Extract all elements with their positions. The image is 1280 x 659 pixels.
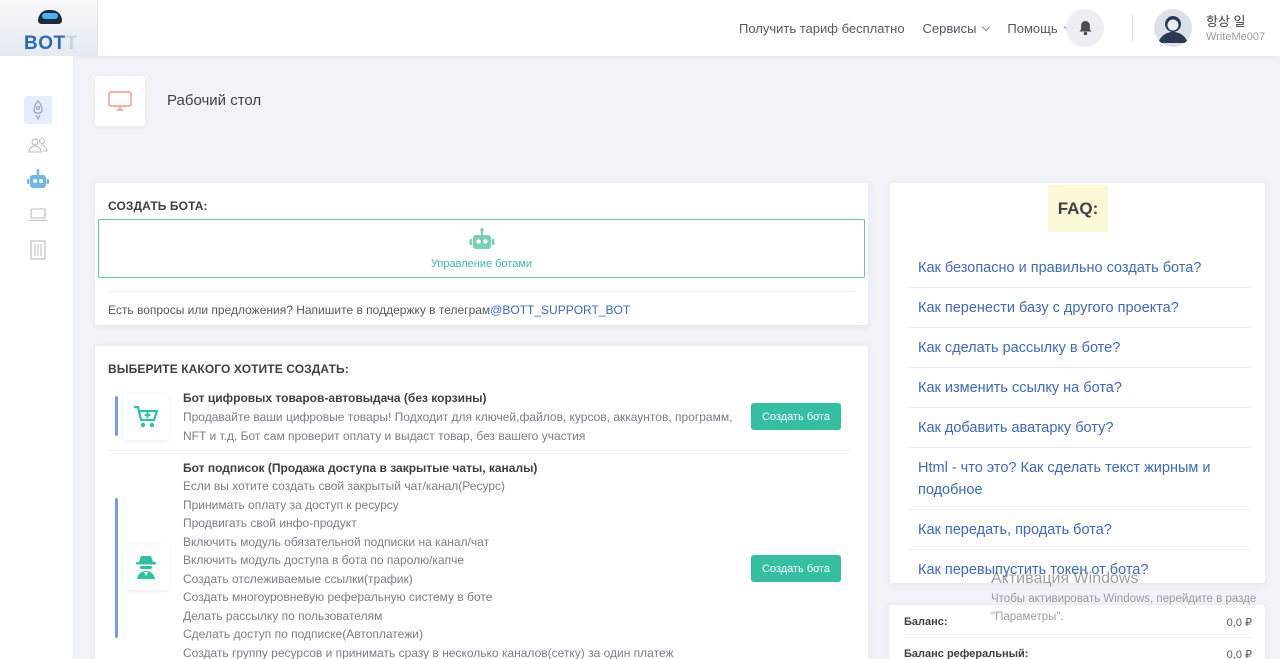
digital-goods-icon-box xyxy=(123,394,169,440)
sidebar-item-dashboard[interactable] xyxy=(24,96,52,124)
accent-bar xyxy=(115,396,118,436)
logo-text-tail: T xyxy=(65,33,78,54)
support-text: Есть вопросы или предложения? Напишите в… xyxy=(108,303,631,317)
faq-item[interactable]: Как безопасно и правильно создать бота? xyxy=(908,248,1250,288)
windows-activation-title: Активация Windows xyxy=(991,570,1139,587)
header-divider xyxy=(1132,15,1133,41)
windows-activation-text: Чтобы активировать Windows, перейдите в … xyxy=(991,593,1257,605)
manage-bots-label: Управление ботами xyxy=(430,257,533,270)
support-link[interactable]: @BOTT_SUPPORT_BOT xyxy=(490,303,630,317)
faq-item[interactable]: Как изменить ссылку на бота? xyxy=(908,368,1250,408)
chevron-down-icon xyxy=(982,22,991,31)
page-title: Рабочий стол xyxy=(167,92,262,109)
nav-help[interactable]: Помощь xyxy=(1007,21,1072,36)
balance-divider xyxy=(904,637,1252,638)
laptop-icon xyxy=(29,208,47,221)
create-bot-title: СОЗДАТЬ БОТА: xyxy=(108,199,208,213)
users-icon xyxy=(28,137,48,153)
faq-item[interactable]: Как перенести базу с другого проекта? xyxy=(908,288,1250,328)
logo-text: BOT xyxy=(24,33,66,54)
choose-bot-title: ВЫБЕРИТЕ КАКОГО ХОТИТЕ СОЗДАТЬ: xyxy=(108,362,349,376)
bell-icon xyxy=(1079,21,1091,36)
dashboard-icon-box xyxy=(95,76,145,126)
accent-bar xyxy=(115,498,118,638)
subscription-icon-box xyxy=(123,544,169,590)
sidebar xyxy=(0,56,74,659)
faq-title: FAQ: xyxy=(1048,185,1108,232)
robot-icon xyxy=(469,227,494,249)
sidebar-item-users[interactable] xyxy=(24,131,52,159)
spy-icon xyxy=(136,556,156,579)
user-avatar-icon xyxy=(1154,9,1192,47)
referral-balance-row: Баланс реферальный: 0,0 ₽ xyxy=(904,648,1252,659)
robot-icon xyxy=(27,169,49,188)
balance-card: Баланс: 0,0 ₽ Баланс реферальный: 0,0 ₽ xyxy=(889,605,1265,659)
faq-item[interactable]: Как передать, продать бота? xyxy=(908,510,1250,550)
monitor-icon xyxy=(108,91,132,111)
balance-row: Баланс: 0,0 ₽ xyxy=(904,616,1252,629)
faq-card: FAQ: Как безопасно и правильно создать б… xyxy=(890,183,1265,583)
notifications-button[interactable] xyxy=(1066,9,1104,47)
faq-item[interactable]: Html - что это? Как сделать текст жирным… xyxy=(908,448,1250,510)
sidebar-item-devices[interactable] xyxy=(24,201,52,229)
create-bot-button-digital-goods[interactable]: Создать бота xyxy=(751,403,841,430)
logo-cap-icon xyxy=(38,10,62,24)
bot-desc-subscription: Если вы хотите создать свой закрытый чат… xyxy=(183,479,674,659)
nav-free-tariff[interactable]: Получить тариф бесплатно xyxy=(739,21,905,36)
create-bot-button-subscription[interactable]: Создать бота xyxy=(751,555,841,582)
user-login: WriteMe007 xyxy=(1206,31,1266,43)
cart-add-icon xyxy=(134,405,159,428)
building-icon xyxy=(30,240,46,260)
faq-list: Как безопасно и правильно создать бота? … xyxy=(908,248,1250,583)
user-name[interactable]: 항상 일 xyxy=(1206,11,1246,30)
sidebar-item-bots[interactable] xyxy=(24,166,52,194)
sidebar-item-company[interactable] xyxy=(24,236,52,264)
choose-bot-card: ВЫБЕРИТЕ КАКОГО ХОТИТЕ СОЗДАТЬ: Бот цифр… xyxy=(95,346,868,659)
nav-services[interactable]: Сервисы xyxy=(923,21,991,36)
referral-balance-value: 0,0 ₽ xyxy=(1226,649,1252,659)
avatar[interactable] xyxy=(1154,9,1192,47)
bot-title-subscription: Бот подписок (Продажа доступа в закрытые… xyxy=(183,461,538,475)
top-header: BOTT Получить тариф бесплатно Сервисы По… xyxy=(0,0,1280,56)
balance-value: 0,0 ₽ xyxy=(1226,617,1252,629)
top-nav: Получить тариф бесплатно Сервисы Помощь xyxy=(739,0,1089,56)
faq-item[interactable]: Как сделать рассылку в боте? xyxy=(908,328,1250,368)
manage-bots-button[interactable]: Управление ботами xyxy=(98,219,865,278)
bot-title-digital-goods: Бот цифровых товаров-автовыдача (без кор… xyxy=(183,391,487,405)
rocket-icon xyxy=(33,100,43,120)
create-bot-card: СОЗДАТЬ БОТА: Управление ботами Есть воп… xyxy=(95,183,868,325)
brand-logo[interactable]: BOTT xyxy=(0,0,98,56)
faq-item[interactable]: Как добавить аватарку боту? xyxy=(908,408,1250,448)
windows-activation-text-2: "Параметры". xyxy=(991,611,1064,623)
bot-desc-digital-goods: Продавайте ваши цифровые товары! Подходи… xyxy=(183,410,733,443)
card-divider xyxy=(108,291,855,292)
row-divider xyxy=(108,450,851,451)
